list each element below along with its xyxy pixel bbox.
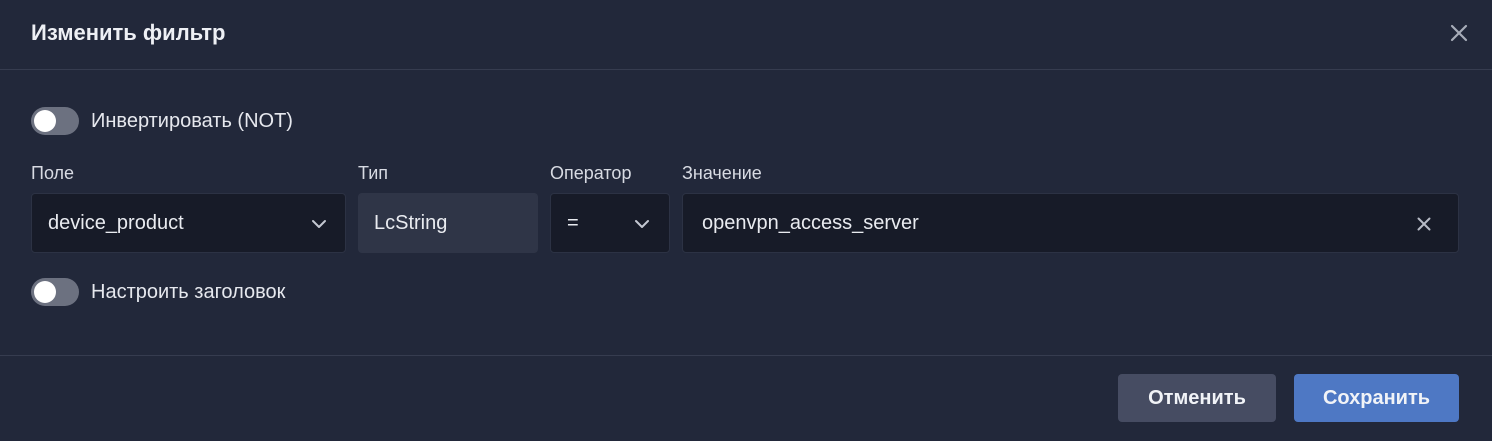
value-input-text: openvpn_access_server — [702, 211, 919, 234]
chevron-down-icon — [310, 215, 328, 233]
clear-icon — [1417, 217, 1431, 231]
type-field: LcString — [358, 193, 538, 253]
toggle-knob — [34, 110, 56, 132]
type-field-value: LcString — [374, 211, 448, 234]
close-button[interactable] — [1446, 20, 1472, 46]
value-label: Значение — [682, 163, 762, 183]
invert-label: Инвертировать (NOT) — [91, 109, 293, 132]
dialog-title: Изменить фильтр — [31, 20, 226, 45]
field-select-value: device_product — [48, 211, 184, 234]
custom-title-row: Настроить заголовок — [31, 277, 285, 307]
field-label: Поле — [31, 163, 75, 183]
edit-filter-dialog: Изменить фильтр Инвертировать (NOT) Поле… — [0, 0, 1492, 441]
footer-divider — [0, 355, 1492, 356]
cancel-button[interactable]: Отменить — [1118, 374, 1276, 422]
operator-select[interactable]: = — [550, 193, 670, 253]
operator-select-value: = — [567, 211, 579, 234]
invert-toggle[interactable] — [31, 107, 79, 135]
dialog-header: Изменить фильтр — [0, 0, 1492, 70]
value-input[interactable]: openvpn_access_server — [682, 193, 1459, 253]
custom-title-label: Настроить заголовок — [91, 280, 286, 303]
type-label: Тип — [358, 163, 389, 183]
save-button[interactable]: Сохранить — [1294, 374, 1459, 422]
chevron-down-icon — [633, 215, 651, 233]
custom-title-toggle[interactable] — [31, 278, 79, 306]
toggle-knob — [34, 281, 56, 303]
clear-value-button[interactable] — [1413, 213, 1435, 235]
close-icon — [1450, 24, 1468, 42]
operator-label: Оператор — [550, 163, 632, 183]
field-select[interactable]: device_product — [31, 193, 346, 253]
invert-row: Инвертировать (NOT) — [31, 106, 293, 136]
